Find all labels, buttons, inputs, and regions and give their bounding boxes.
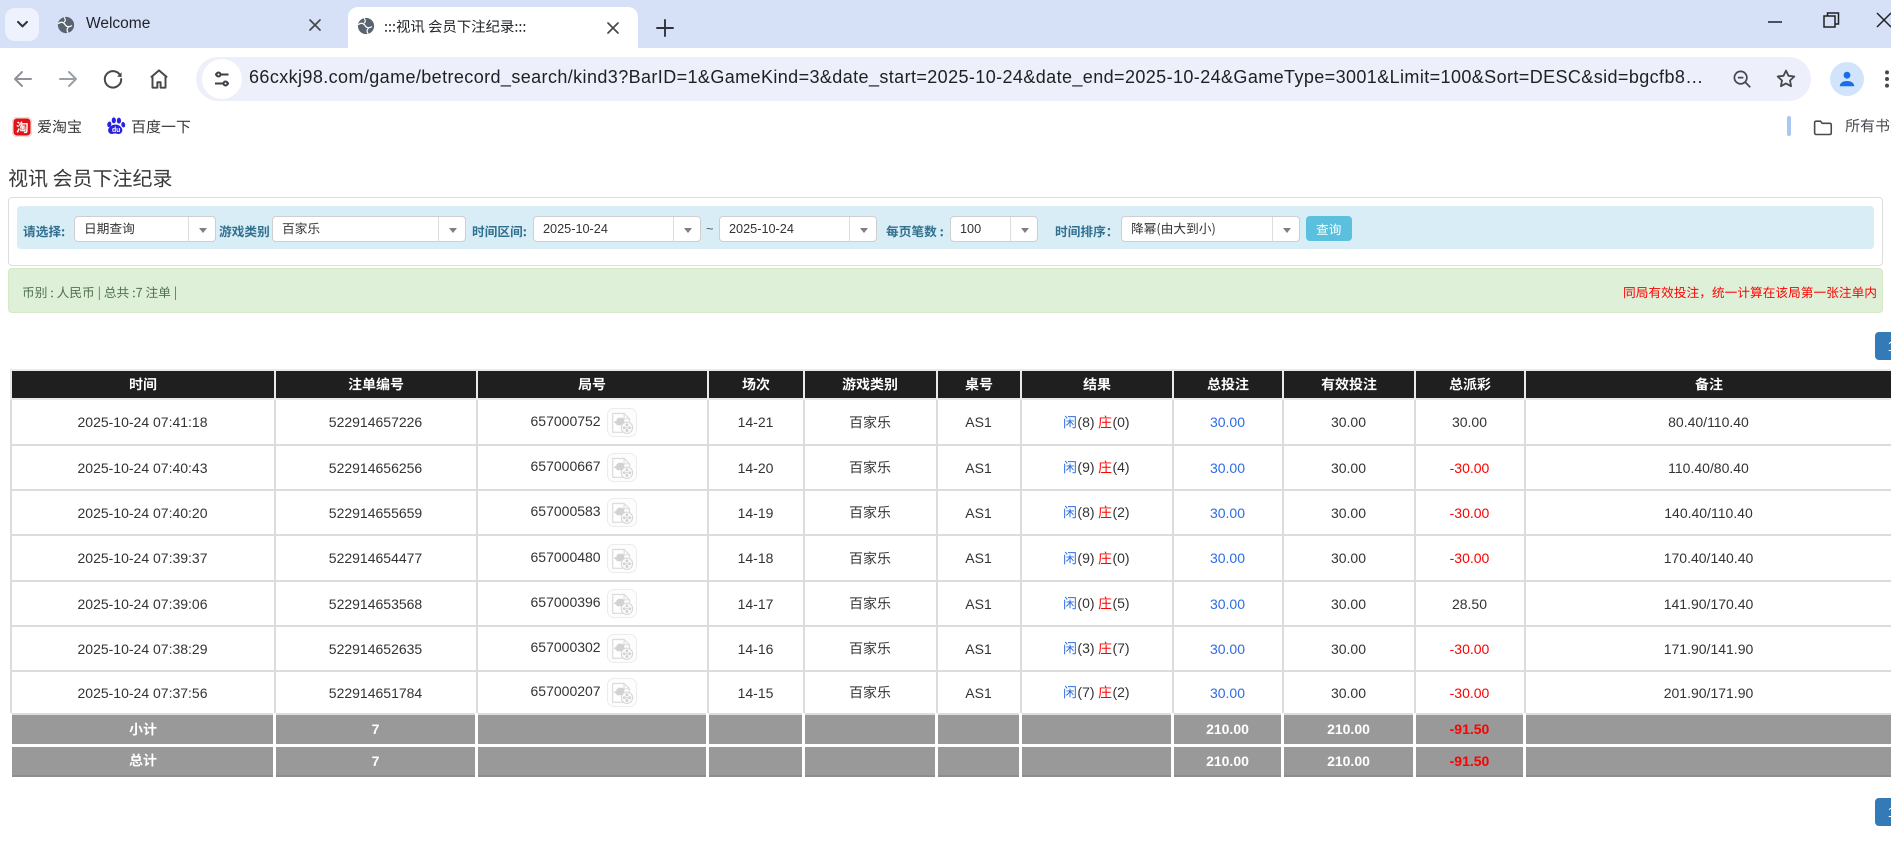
svg-text:du: du bbox=[112, 127, 120, 134]
